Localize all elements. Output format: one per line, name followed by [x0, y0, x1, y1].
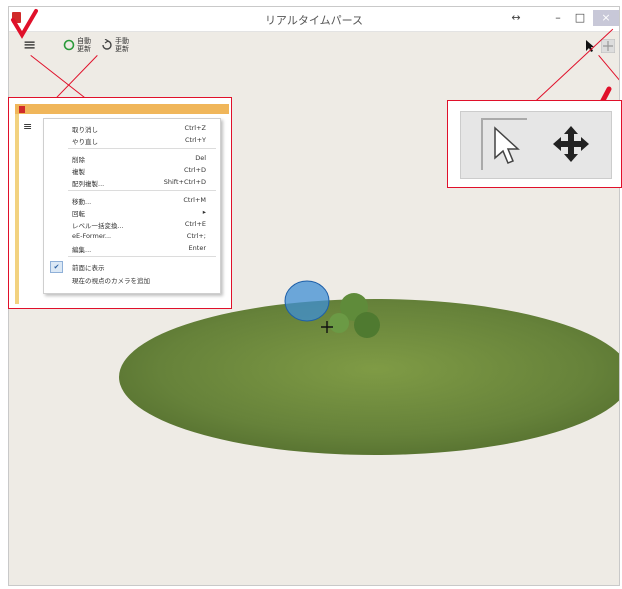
tool-panel — [460, 111, 612, 179]
menu-separator — [68, 148, 216, 149]
menu-item-level-convert[interactable]: レベル一括変換... Ctrl+E — [44, 219, 220, 230]
app-icon — [19, 106, 25, 113]
minimize-button[interactable]: – — [549, 10, 567, 26]
menu-separator — [68, 190, 216, 191]
move-tool-icon[interactable] — [601, 39, 615, 53]
menu-item-move[interactable]: 移動... Ctrl+M — [44, 195, 220, 206]
menu-separator — [68, 256, 216, 257]
menu-item-add-camera[interactable]: 現在の視点のカメラを追加 — [44, 274, 220, 285]
resize-icon[interactable]: ↔ — [509, 10, 523, 26]
manual-update-button[interactable]: 手動 更新 — [101, 36, 135, 54]
check-mark-icon — [11, 9, 38, 39]
auto-update-button[interactable]: 自動 更新 — [63, 36, 97, 54]
menu-item-edit[interactable]: 編集... Enter — [44, 243, 220, 254]
refresh-icon — [63, 39, 75, 51]
menu-header-bar — [15, 104, 229, 114]
menu-item-delete[interactable]: 削除 Del — [44, 153, 220, 164]
maximize-button[interactable]: □ — [571, 10, 589, 26]
menu-item-duplicate[interactable]: 複製 Ctrl+D — [44, 165, 220, 176]
context-menu: 取り消し Ctrl+Z やり直し Ctrl+Y 削除 Del 複製 Ctrl+D 配列複… — [43, 118, 221, 294]
tools-callout-frame — [447, 100, 622, 188]
checkmark-icon: ✔ — [50, 261, 63, 273]
hamburger-menu-icon[interactable]: ≡ — [23, 120, 32, 133]
move-cross-icon[interactable] — [551, 124, 591, 164]
menu-callout-frame: ≡ 取り消し Ctrl+Z やり直し Ctrl+Y 削除 Del 複製 Ctrl+D 配… — [8, 97, 232, 309]
close-button[interactable]: × — [593, 10, 619, 26]
menu-side-stripe — [15, 114, 19, 304]
menu-item-ee-former[interactable]: eE-Former... Ctrl+; — [44, 231, 220, 242]
arrow-cursor-icon — [494, 126, 520, 164]
selected-plant[interactable] — [284, 280, 330, 322]
menu-item-bring-front[interactable]: ✔ 前面に表示 — [44, 261, 220, 273]
window-title: リアルタイムパース — [264, 14, 364, 27]
select-tool-button[interactable] — [481, 118, 527, 170]
manual-refresh-icon — [102, 39, 112, 50]
menu-item-redo[interactable]: やり直し Ctrl+Y — [44, 135, 220, 146]
toolbar: ≡ 自動 更新 手動 更新 — [9, 31, 619, 61]
title-bar: リアルタイムパース ↔ – □ × — [9, 7, 619, 32]
menu-item-undo[interactable]: 取り消し Ctrl+Z — [44, 123, 220, 134]
menu-item-rotate[interactable]: 回転 ▸ — [44, 207, 220, 218]
menu-item-array-duplicate[interactable]: 配列複製... Shift+Ctrl+D — [44, 177, 220, 188]
